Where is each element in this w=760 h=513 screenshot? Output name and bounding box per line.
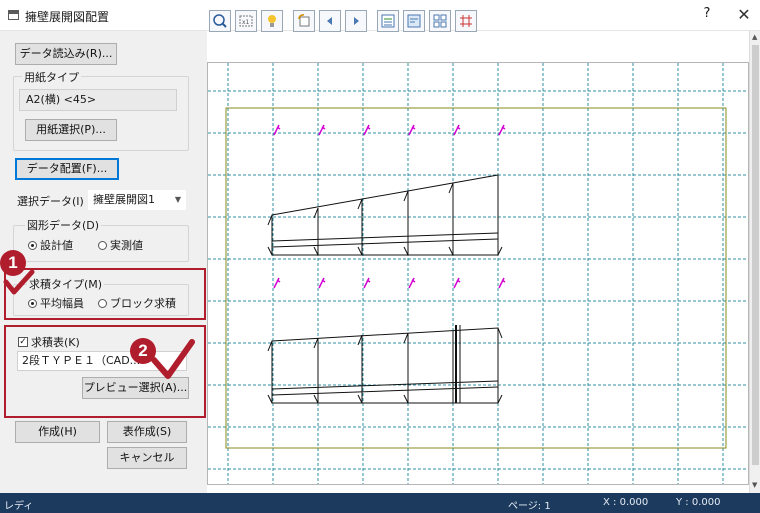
radio-design-value[interactable]: 設計値 xyxy=(28,237,73,253)
preview-drawing xyxy=(208,63,748,484)
dashed-grid xyxy=(208,63,748,484)
create-button[interactable]: 作成(H) xyxy=(15,421,100,443)
settings-panel: データ読込み(R)... 用紙タイプ A2(横) <45> 用紙選択(P)...… xyxy=(0,31,207,493)
paper-type-label: 用紙タイプ xyxy=(22,69,81,85)
radio-on-icon xyxy=(28,240,37,250)
layout-detail-icon[interactable] xyxy=(403,10,425,32)
scroll-down-icon[interactable]: ▼ xyxy=(752,481,757,489)
wall-elevation-lower xyxy=(267,325,503,404)
status-ready: レディ xyxy=(4,501,34,512)
data-place-button[interactable]: データ配置(F)... xyxy=(15,158,119,180)
vertical-scrollbar[interactable]: ▲ ▼ xyxy=(749,31,760,493)
shape-data-label: 図形データ(D) xyxy=(25,217,102,233)
paper-frame xyxy=(225,107,727,449)
fit-page-icon[interactable]: x1 xyxy=(235,10,257,32)
radio-off-icon xyxy=(98,240,107,250)
radio-design-label: 設計値 xyxy=(40,239,73,252)
select-data-combo[interactable]: 擁壁展開図1 ▼ xyxy=(88,190,186,210)
grid-lines-icon[interactable] xyxy=(455,10,477,32)
read-data-button[interactable]: データ読込み(R)... xyxy=(15,43,117,65)
next-icon[interactable] xyxy=(345,10,367,32)
layout-list-icon[interactable] xyxy=(377,10,399,32)
rotate-icon[interactable] xyxy=(293,10,315,32)
bulb-icon[interactable] xyxy=(261,10,283,32)
paper-select-button[interactable]: 用紙選択(P)... xyxy=(25,119,117,141)
section-marker xyxy=(408,277,416,289)
select-data-label: 選択データ(I) xyxy=(17,195,84,208)
status-y-coord: Y : 0.000 xyxy=(676,497,721,508)
section-marker xyxy=(498,277,506,289)
layout-grid-icon[interactable] xyxy=(429,10,451,32)
radio-measured-value[interactable]: 実測値 xyxy=(98,237,143,253)
paper-type-field: A2(横) <45> xyxy=(19,89,177,111)
status-x-coord: X : 0.000 xyxy=(603,497,649,508)
section-marker xyxy=(363,277,371,289)
help-button[interactable]: ? xyxy=(698,6,716,26)
close-button[interactable]: ✕ xyxy=(734,5,754,25)
status-page: ページ: 1 xyxy=(508,501,551,512)
select-data-value: 擁壁展開図1 xyxy=(93,193,155,206)
section-marker xyxy=(273,277,281,289)
radio-measured-label: 実測値 xyxy=(110,239,143,252)
preview-canvas[interactable] xyxy=(207,62,749,485)
section-marker xyxy=(318,277,326,289)
cancel-button[interactable]: キャンセル xyxy=(107,447,187,469)
table-create-button[interactable]: 表作成(S) xyxy=(107,421,187,443)
scroll-up-icon[interactable]: ▲ xyxy=(752,33,757,41)
window-icon xyxy=(8,10,19,20)
chevron-down-icon: ▼ xyxy=(174,195,181,204)
scroll-thumb[interactable] xyxy=(752,45,759,465)
marker-group xyxy=(273,124,506,289)
checkmark-icon xyxy=(151,339,195,379)
status-bar: レディ ページ: 1 X : 0.000 Y : 0.000 xyxy=(0,493,760,513)
section-marker xyxy=(453,277,461,289)
wall-elevation-upper xyxy=(267,174,503,256)
svg-text:x1: x1 xyxy=(242,19,250,26)
prev-icon[interactable] xyxy=(319,10,341,32)
checkmark-small-icon xyxy=(3,269,35,295)
zoom-icon[interactable] xyxy=(209,10,231,32)
window-title: 擁壁展開図配置 xyxy=(25,10,110,24)
